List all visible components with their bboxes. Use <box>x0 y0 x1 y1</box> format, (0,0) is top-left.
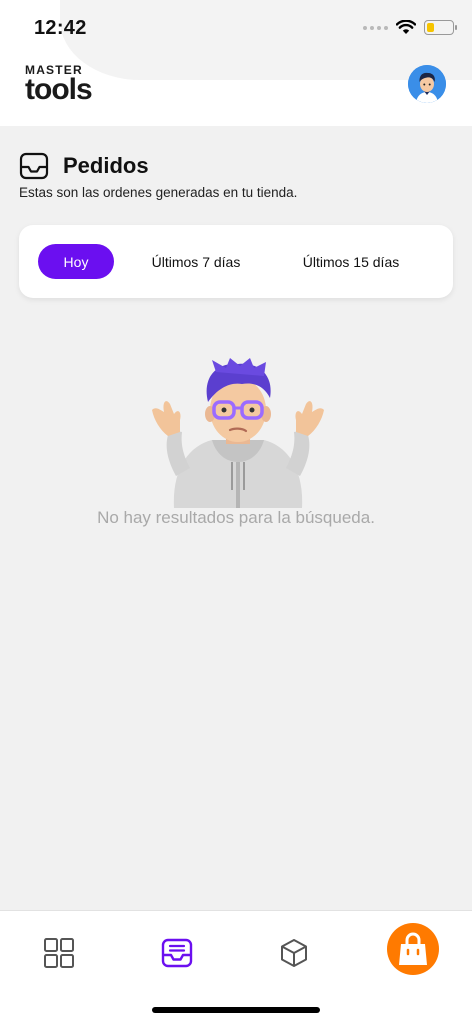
tab-dashboard[interactable] <box>35 929 83 977</box>
page-title: Pedidos <box>63 153 149 178</box>
bottom-tab-bar <box>0 910 472 1024</box>
page-header: Pedidos <box>19 152 149 180</box>
battery-level <box>427 23 435 32</box>
tab-orders[interactable] <box>153 929 201 977</box>
status-time: 12:42 <box>34 17 87 39</box>
inbox-icon <box>161 938 193 968</box>
battery-icon <box>424 20 457 35</box>
filter-last-15-days[interactable]: Últimos 15 días <box>295 244 407 279</box>
header-decoration <box>60 0 472 80</box>
empty-state-message: No hay resultados para la búsqueda. <box>97 508 375 527</box>
logo-tools-text: tools <box>25 73 93 106</box>
tab-store[interactable] <box>387 923 439 975</box>
shopping-bag-icon <box>399 932 427 965</box>
shrugging-memoji <box>152 358 324 508</box>
app-logo: MASTER tools <box>25 64 93 106</box>
box-icon <box>281 939 307 967</box>
status-icons <box>363 20 457 35</box>
date-filter-tabs: Hoy Últimos 7 días Últimos 15 días <box>19 225 453 298</box>
home-indicator <box>152 1007 320 1013</box>
filter-today[interactable]: Hoy <box>38 244 114 279</box>
user-avatar-icon[interactable] <box>408 65 446 103</box>
signal-icon <box>363 25 388 30</box>
filter-last-7-days[interactable]: Últimos 7 días <box>139 244 253 279</box>
grid-icon <box>44 938 74 968</box>
inbox-icon <box>19 152 49 180</box>
tab-products[interactable] <box>270 929 318 977</box>
wifi-icon <box>396 20 416 34</box>
header: 12:42 MASTER tools <box>0 0 472 126</box>
page-subtitle: Estas son las ordenes generadas en tu ti… <box>19 185 298 200</box>
